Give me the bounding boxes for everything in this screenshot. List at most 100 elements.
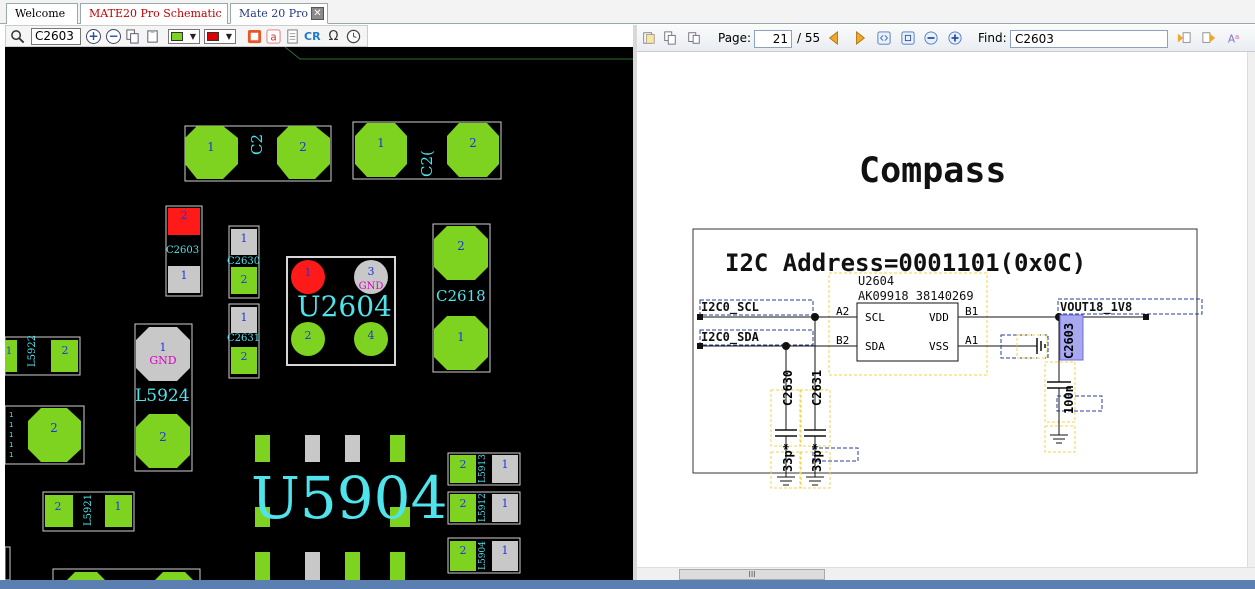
- chevron-down-icon: ▼: [225, 32, 232, 41]
- pad-number: 2: [159, 430, 167, 444]
- pad-number: 2: [62, 344, 69, 357]
- fit-page-icon[interactable]: [901, 31, 915, 45]
- pad-number: 1: [115, 500, 122, 513]
- pin-label-vss: VSS: [929, 340, 949, 353]
- cap-ref-c2603[interactable]: C2603: [1062, 323, 1076, 359]
- open-file-icon[interactable]: [642, 31, 656, 45]
- pad-number: 2: [305, 329, 312, 342]
- board-search-input[interactable]: C2603: [31, 28, 81, 45]
- pad-number: 3: [368, 265, 375, 278]
- highlight-net-icon[interactable]: [247, 29, 262, 44]
- omega-icon[interactable]: Ω: [326, 29, 341, 44]
- svg-text:1: 1: [9, 411, 13, 419]
- status-bar: [0, 580, 1255, 589]
- page-view-icon[interactable]: [687, 31, 701, 45]
- pad-number: 1: [377, 136, 385, 150]
- ic-reference: U2604: [858, 274, 895, 288]
- component-label-l5913: L5913: [478, 454, 488, 483]
- pdf-page-view[interactable]: Compass I2C Address=0001101(0x0C) U2604 …: [637, 52, 1247, 567]
- pcb-board-view[interactable]: 1 2 1 2 2 1 1 2 1 2 1 3 GND 2 4 2 1 1 2 …: [5, 47, 633, 580]
- color-swatch: [171, 32, 183, 41]
- close-icon[interactable]: ✕: [311, 7, 324, 20]
- board-toolbar: C2603 + − ▼ ▼ a CR Ω: [5, 25, 368, 47]
- cap-ref-c2630[interactable]: C2630: [781, 370, 795, 406]
- pad-number: 1: [305, 266, 312, 279]
- zoom-out-icon[interactable]: [924, 31, 938, 45]
- text-search-icon[interactable]: a: [266, 29, 281, 44]
- find-label: Find:: [978, 31, 1007, 45]
- color-swatch: [207, 32, 219, 41]
- net-label-vout[interactable]: VOUT18_1V8: [1060, 300, 1132, 314]
- net-label-scl[interactable]: I2C0_SCL: [701, 300, 759, 314]
- pad: [255, 552, 270, 580]
- pad-number: 2: [50, 421, 58, 435]
- pad-number: 2: [181, 209, 188, 222]
- component-label-c2-b: C2(: [418, 150, 436, 177]
- paste-icon[interactable]: [145, 29, 160, 44]
- net-label-sda[interactable]: I2C0_SDA: [701, 330, 759, 344]
- scrollbar-thumb[interactable]: III: [679, 569, 825, 580]
- match-case-icon[interactable]: Aa: [1225, 31, 1243, 45]
- svg-text:1: 1: [9, 441, 13, 449]
- copy-icon[interactable]: [125, 29, 140, 44]
- svg-text:a: a: [1235, 33, 1239, 41]
- vertical-scrollbar[interactable]: [1247, 52, 1255, 567]
- pad: [447, 123, 499, 177]
- zoom-in-icon[interactable]: [948, 31, 962, 45]
- component-label-c2: C2: [248, 133, 266, 155]
- pad-number: 2: [469, 136, 477, 150]
- pad-number: 1: [6, 346, 12, 357]
- horizontal-scrollbar[interactable]: III: [637, 567, 1255, 580]
- find-previous-icon[interactable]: [1175, 31, 1193, 45]
- document-icon[interactable]: [285, 29, 300, 44]
- component-label-l5924: L5924: [135, 386, 190, 406]
- pad: [255, 435, 270, 462]
- pad-number: 2: [460, 458, 467, 471]
- component-label-l5921: L5921: [83, 493, 94, 526]
- pad-number: 1: [241, 311, 248, 324]
- tab-mate20-pro-schematic[interactable]: MATE20 Pro Schematic: [80, 3, 228, 24]
- ic-part-number: AK09918 38140269: [858, 289, 974, 303]
- pad: [434, 226, 488, 280]
- fit-width-icon[interactable]: [877, 31, 891, 45]
- svg-text:a: a: [270, 31, 276, 43]
- component-label-c2618: C2618: [436, 287, 486, 305]
- pad-number: 2: [241, 273, 248, 286]
- find-input[interactable]: C2603: [1010, 30, 1168, 48]
- component-label-u5904: U5904: [251, 464, 448, 532]
- layer-color-select-1[interactable]: ▼: [168, 29, 200, 44]
- clock-icon[interactable]: [346, 29, 361, 44]
- pad: [345, 435, 360, 462]
- component-label-l5922: L5922: [27, 334, 38, 367]
- pad-number: 2: [241, 350, 248, 363]
- previous-page-icon[interactable]: [827, 31, 841, 45]
- svg-text:1: 1: [9, 431, 13, 439]
- pad-number: 2: [460, 544, 467, 557]
- layer-color-select-2[interactable]: ▼: [204, 29, 236, 44]
- page-number-input[interactable]: 21: [754, 30, 792, 48]
- pin-label-scl: SCL: [865, 311, 885, 324]
- pin-label-a1: A1: [965, 334, 979, 347]
- tab-mate-20-pro[interactable]: Mate 20 Pro ✕: [230, 3, 328, 24]
- schematic-title: Compass: [859, 151, 1007, 191]
- cap-ref-c2631[interactable]: C2631: [810, 370, 824, 406]
- ocr-icon[interactable]: CR: [304, 29, 322, 44]
- pin-label-a2: A2: [836, 305, 850, 318]
- cap-value-c2631: 33p*: [810, 443, 824, 472]
- component-label-c2631: C2631: [227, 333, 261, 344]
- next-page-icon[interactable]: [853, 31, 867, 45]
- page-label: Page:: [718, 31, 752, 45]
- pad-number: 2: [299, 140, 307, 154]
- component-label-u2604: U2604: [297, 290, 392, 323]
- pin-label-vdd: VDD: [929, 311, 949, 324]
- pad-number: 1: [502, 497, 509, 510]
- search-icon[interactable]: [10, 29, 25, 44]
- tab-welcome[interactable]: Welcome: [6, 3, 78, 24]
- copy-icon[interactable]: [663, 31, 677, 45]
- zoom-out-icon[interactable]: −: [106, 29, 121, 44]
- find-next-icon[interactable]: [1200, 31, 1218, 45]
- pad: [305, 435, 320, 462]
- zoom-in-icon[interactable]: +: [86, 29, 101, 44]
- pin-label-b2: B2: [836, 334, 850, 347]
- pad: [305, 552, 320, 580]
